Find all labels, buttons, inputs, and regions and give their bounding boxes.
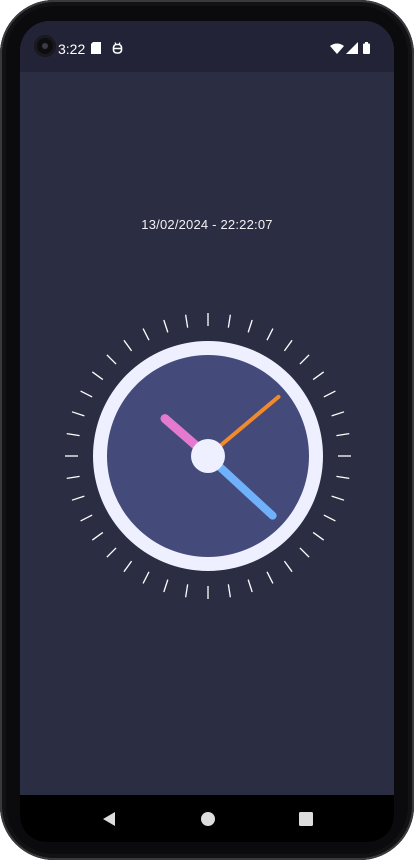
clock-tick <box>184 584 189 598</box>
clock-tick <box>323 390 336 398</box>
clock-tick <box>323 514 336 522</box>
clock-tick <box>123 339 133 352</box>
clock-tick <box>227 314 232 328</box>
clock-tick <box>283 560 293 573</box>
clock-tick <box>80 390 93 398</box>
clock-center-cap <box>191 439 225 473</box>
clock-tick <box>163 579 169 593</box>
clock-tick <box>266 571 274 584</box>
clock-tick <box>336 475 350 480</box>
clock-tick <box>71 495 85 501</box>
clock-tick <box>336 432 350 437</box>
clock-tick <box>312 371 325 381</box>
clock-tick <box>66 475 80 480</box>
home-icon[interactable] <box>198 809 218 829</box>
clock-tick <box>142 571 150 584</box>
clock-tick <box>331 495 345 501</box>
phone-frame: 3:22 13/02/2024 - 22:22:07 <box>0 0 414 860</box>
clock-tick <box>91 371 104 381</box>
clock-tick <box>283 339 293 352</box>
clock-tick <box>247 579 253 593</box>
clock-tick <box>106 547 117 558</box>
clock-tick <box>227 584 232 598</box>
analog-clock <box>65 313 351 599</box>
clock-tick <box>71 411 85 417</box>
recents-icon[interactable] <box>296 809 316 829</box>
back-icon[interactable] <box>100 809 120 829</box>
clock-tick <box>312 531 325 541</box>
clock-tick <box>331 411 345 417</box>
screen: 3:22 13/02/2024 - 22:22:07 <box>20 21 394 842</box>
clock-tick <box>184 314 189 328</box>
clock-tick <box>66 432 80 437</box>
clock-tick <box>266 328 274 341</box>
clock-tick <box>299 547 310 558</box>
navigation-bar <box>20 795 394 842</box>
clock-tick <box>80 514 93 522</box>
clock-tick <box>299 354 310 365</box>
clock-tick <box>123 560 133 573</box>
clock-tick <box>163 319 169 333</box>
clock-tick <box>247 319 253 333</box>
clock-tick <box>91 531 104 541</box>
clock-tick <box>142 328 150 341</box>
clock-tick <box>106 354 117 365</box>
